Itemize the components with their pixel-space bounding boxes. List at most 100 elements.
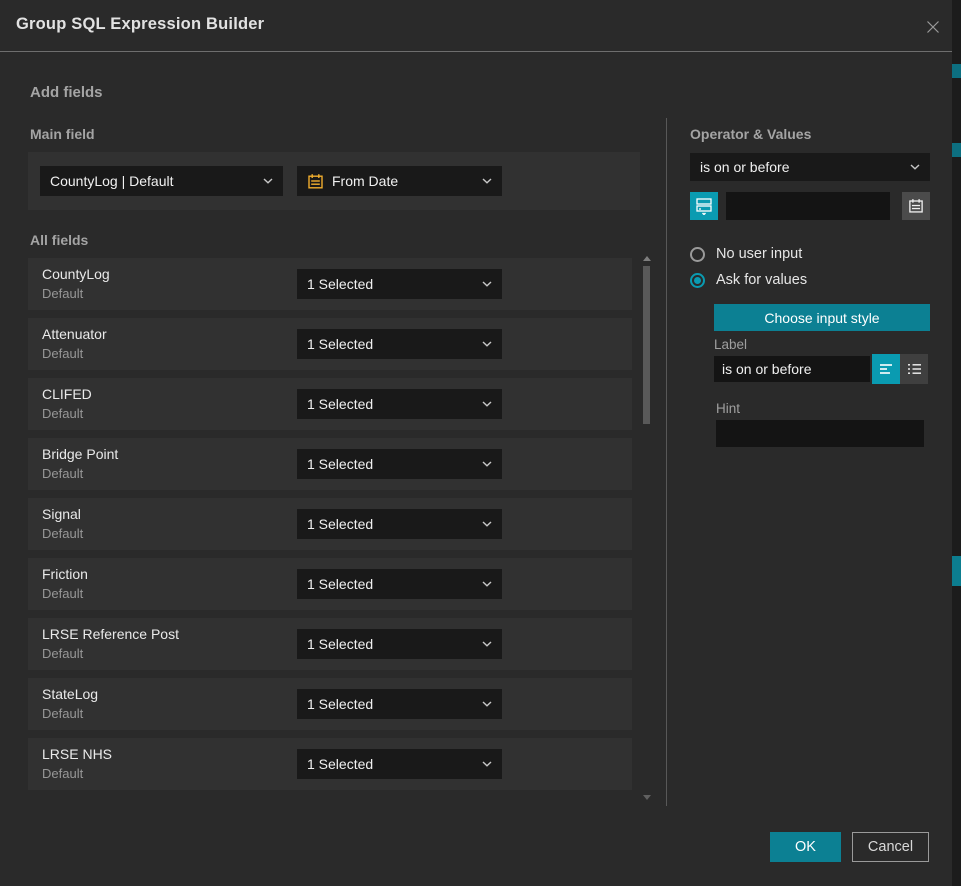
ask-for-values-radio[interactable]: Ask for values: [690, 271, 807, 289]
background-accent-fragment: [952, 64, 961, 78]
layer-dropdown-value: CountyLog | Default: [50, 173, 257, 189]
main-field-heading: Main field: [30, 126, 95, 142]
scroll-down-arrow-icon[interactable]: [643, 795, 651, 800]
field-selected-dropdown[interactable]: 1 Selected: [297, 509, 502, 539]
field-selected-dropdown[interactable]: 1 Selected: [297, 449, 502, 479]
selected-count: 1 Selected: [307, 696, 476, 712]
field-row: StateLog Default 1 Selected: [28, 678, 632, 730]
selected-count: 1 Selected: [307, 396, 476, 412]
add-fields-heading: Add fields: [30, 84, 103, 101]
field-selected-dropdown[interactable]: 1 Selected: [297, 389, 502, 419]
field-selected-dropdown[interactable]: 1 Selected: [297, 689, 502, 719]
calendar-icon: [908, 198, 924, 214]
group-sql-expression-builder-dialog: Group SQL Expression Builder Add fields …: [0, 0, 961, 886]
field-row: CountyLog Default 1 Selected: [28, 258, 632, 310]
chevron-down-icon: [482, 581, 492, 587]
panel-divider: [666, 118, 667, 806]
selected-count: 1 Selected: [307, 516, 476, 532]
dialog-title: Group SQL Expression Builder: [16, 15, 264, 34]
background-app-strip: [952, 0, 961, 886]
selected-count: 1 Selected: [307, 336, 476, 352]
chevron-down-icon: [263, 178, 273, 184]
list-scrollbar[interactable]: [642, 254, 652, 802]
label-caption: Label: [714, 337, 747, 352]
chevron-down-icon: [482, 701, 492, 707]
ok-button[interactable]: OK: [770, 832, 841, 862]
field-selected-dropdown[interactable]: 1 Selected: [297, 569, 502, 599]
field-selected-dropdown[interactable]: 1 Selected: [297, 629, 502, 659]
bullet-list-icon: [907, 362, 922, 376]
field-selected-dropdown[interactable]: 1 Selected: [297, 749, 502, 779]
hint-input[interactable]: [716, 420, 924, 447]
operator-dropdown-value: is on or before: [700, 159, 904, 175]
dialog-header: Group SQL Expression Builder: [0, 0, 952, 52]
main-field-dropdown[interactable]: From Date: [297, 166, 502, 196]
label-input[interactable]: [714, 356, 870, 382]
no-user-input-label: No user input: [716, 246, 802, 262]
value-input-row: [690, 192, 930, 220]
selected-count: 1 Selected: [307, 576, 476, 592]
field-subtitle: Default: [42, 646, 83, 661]
field-row: Friction Default 1 Selected: [28, 558, 632, 610]
no-user-input-radio[interactable]: No user input: [690, 245, 802, 263]
field-name: Friction: [42, 566, 88, 582]
close-button[interactable]: [924, 18, 941, 35]
field-subtitle: Default: [42, 406, 83, 421]
field-name: Signal: [42, 506, 81, 522]
close-icon: [925, 19, 941, 35]
field-subtitle: Default: [42, 286, 83, 301]
list-style-button[interactable]: [900, 354, 928, 384]
value-input[interactable]: [726, 192, 890, 220]
field-row: CLIFED Default 1 Selected: [28, 378, 632, 430]
field-name: LRSE Reference Post: [42, 626, 179, 642]
field-subtitle: Default: [42, 706, 83, 721]
input-style-toggle-group: [872, 354, 928, 384]
calendar-icon: [307, 173, 324, 190]
field-name: StateLog: [42, 686, 98, 702]
chevron-down-icon: [482, 761, 492, 767]
layer-dropdown[interactable]: CountyLog | Default: [40, 166, 283, 196]
selected-count: 1 Selected: [307, 756, 476, 772]
chevron-down-icon: [482, 641, 492, 647]
field-subtitle: Default: [42, 586, 83, 601]
background-accent-fragment: [952, 143, 961, 157]
cancel-button[interactable]: Cancel: [852, 832, 929, 862]
field-name: CLIFED: [42, 386, 92, 402]
all-fields-list: CountyLog Default 1 Selected Attenuator …: [28, 258, 632, 798]
main-field-dropdown-value: From Date: [332, 173, 468, 189]
field-name: Bridge Point: [42, 446, 118, 462]
background-accent-fragment: [952, 556, 961, 586]
radio-checked-icon: [690, 273, 705, 288]
field-row: Signal Default 1 Selected: [28, 498, 632, 550]
scrollbar-thumb[interactable]: [643, 266, 650, 424]
scroll-up-arrow-icon[interactable]: [643, 256, 651, 261]
date-picker-button[interactable]: [902, 192, 930, 220]
operator-dropdown[interactable]: is on or before: [690, 153, 930, 181]
selected-count: 1 Selected: [307, 456, 476, 472]
chevron-down-icon: [910, 164, 920, 170]
field-row: Bridge Point Default 1 Selected: [28, 438, 632, 490]
single-line-style-button[interactable]: [872, 354, 900, 384]
chevron-down-icon: [482, 341, 492, 347]
unique-values-button[interactable]: [690, 192, 718, 220]
field-name: Attenuator: [42, 326, 107, 342]
chevron-down-icon: [482, 461, 492, 467]
chevron-down-icon: [482, 521, 492, 527]
operator-values-heading: Operator & Values: [690, 126, 811, 142]
field-selected-dropdown[interactable]: 1 Selected: [297, 269, 502, 299]
choose-input-style-button[interactable]: Choose input style: [714, 304, 930, 331]
align-left-icon: [879, 362, 894, 376]
selected-count: 1 Selected: [307, 276, 476, 292]
field-name: CountyLog: [42, 266, 110, 282]
all-fields-heading: All fields: [30, 232, 88, 248]
field-selected-dropdown[interactable]: 1 Selected: [297, 329, 502, 359]
dialog-window: Group SQL Expression Builder Add fields …: [0, 0, 952, 886]
field-subtitle: Default: [42, 526, 83, 541]
field-row: LRSE Reference Post Default 1 Selected: [28, 618, 632, 670]
radio-unchecked-icon: [690, 247, 705, 262]
hint-caption: Hint: [716, 401, 740, 416]
ask-for-values-label: Ask for values: [716, 272, 807, 288]
field-subtitle: Default: [42, 766, 83, 781]
field-row: LRSE NHS Default 1 Selected: [28, 738, 632, 790]
field-name: LRSE NHS: [42, 746, 112, 762]
